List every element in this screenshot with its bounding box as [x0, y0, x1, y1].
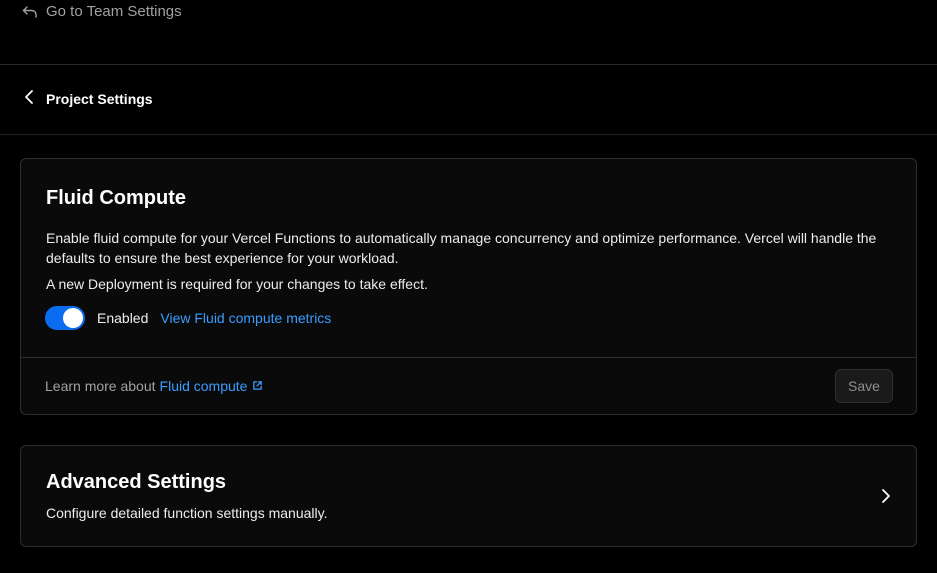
return-arrow-icon [22, 5, 38, 19]
fluid-compute-title: Fluid Compute [46, 187, 186, 209]
toggle-knob [63, 308, 83, 328]
project-settings-back-button[interactable]: Project Settings [24, 89, 153, 108]
learn-more: Learn more about Fluid compute [45, 378, 263, 394]
fluid-compute-docs-link[interactable]: Fluid compute [160, 378, 264, 394]
fluid-compute-card: Fluid Compute Enable fluid compute for y… [20, 158, 917, 415]
fluid-compute-description: Enable fluid compute for your Vercel Fun… [46, 230, 877, 266]
external-link-icon [252, 378, 263, 394]
save-button[interactable]: Save [835, 369, 893, 403]
deployment-note: A new Deployment is required for your ch… [46, 276, 428, 292]
chevron-left-icon [24, 89, 34, 108]
advanced-settings-description: Configure detailed function settings man… [46, 505, 328, 521]
toggle-row: Enabled View Fluid compute metrics [45, 306, 331, 330]
fluid-compute-docs-label: Fluid compute [159, 378, 248, 394]
go-to-team-settings-label: Go to Team Settings [46, 3, 182, 20]
page-title: Project Settings [46, 90, 153, 107]
advanced-settings-title: Advanced Settings [46, 471, 227, 493]
top-bar: Go to Team Settings [0, 0, 937, 65]
project-settings-bar: Project Settings [0, 65, 937, 135]
advanced-settings-card[interactable]: Advanced Settings Configure detailed fun… [20, 445, 917, 547]
go-to-team-settings-link[interactable]: Go to Team Settings [22, 3, 182, 20]
chevron-right-icon [881, 488, 891, 509]
view-metrics-link[interactable]: View Fluid compute metrics [160, 310, 331, 326]
fluid-compute-footer: Learn more about Fluid compute Save [21, 357, 916, 414]
toggle-label: Enabled [97, 310, 149, 326]
learn-more-prefix: Learn more about [45, 378, 156, 394]
fluid-compute-toggle[interactable] [45, 306, 85, 330]
